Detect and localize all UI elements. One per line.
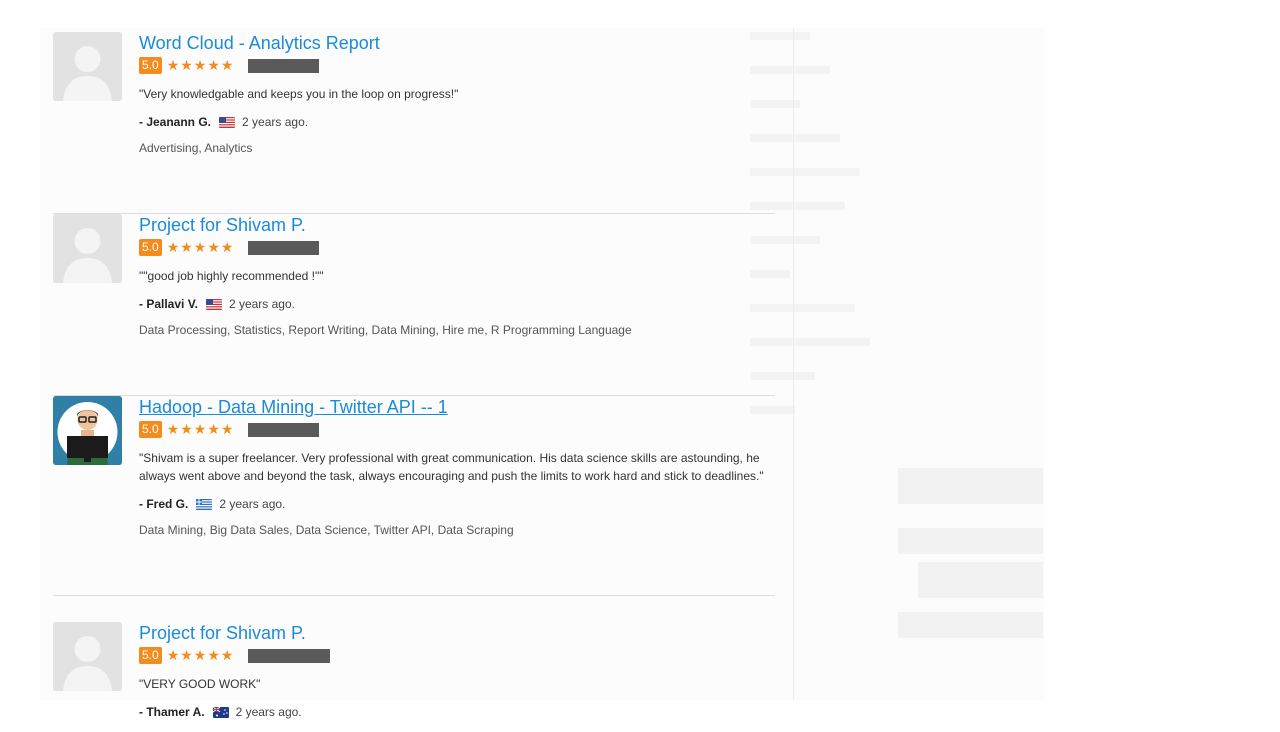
rating-score-badge: 5.0 xyxy=(139,239,162,256)
review-time: 2 years ago. xyxy=(219,497,286,511)
star-rating-icon: ★★★★★ xyxy=(166,647,235,663)
star-rating-icon: ★★★★★ xyxy=(166,421,235,437)
greece-flag-icon xyxy=(196,498,213,510)
reviewer-name: - Fred G. xyxy=(139,497,189,511)
review-tags: Data Processing, Statistics, Report Writ… xyxy=(139,323,632,337)
reviewer-meta: - Jeanann G. 2 years ago. xyxy=(139,115,775,129)
reviewer-name: - Jeanann G. xyxy=(139,115,212,129)
review-list: Word Cloud - Analytics Report 5.0 ★★★★★ … xyxy=(53,32,775,732)
reviewer-meta: - Fred G. 2 years ago. xyxy=(139,497,775,511)
redacted-amount xyxy=(248,240,320,255)
reviewer-meta: - Thamer A. 2 years ago. xyxy=(139,705,775,719)
review-comment: "VERY GOOD WORK" xyxy=(139,677,261,691)
us-flag-icon xyxy=(219,116,236,128)
review-item: Project for Shivam P. 5.0 ★★★★★ ""good j… xyxy=(53,214,775,396)
review-tags: Advertising, Analytics xyxy=(139,141,253,155)
review-time: 2 years ago. xyxy=(235,705,302,719)
cartoon-avatar xyxy=(53,396,122,465)
rating-row: 5.0 ★★★★★ xyxy=(139,647,775,664)
australia-flag-icon xyxy=(212,706,229,718)
rating-score-badge: 5.0 xyxy=(139,421,162,438)
default-avatar xyxy=(53,32,122,101)
review-comment: "Shivam is a super freelancer. Very prof… xyxy=(139,451,764,483)
star-rating-icon: ★★★★★ xyxy=(166,239,235,255)
review-tags: Data Mining, Big Data Sales, Data Scienc… xyxy=(139,523,514,537)
rating-row: 5.0 ★★★★★ xyxy=(139,421,775,438)
review-time: 2 years ago. xyxy=(242,115,309,129)
review-comment: "Very knowledgable and keeps you in the … xyxy=(139,87,459,101)
rating-row: 5.0 ★★★★★ xyxy=(139,239,775,256)
review-project-title[interactable]: Project for Shivam P. xyxy=(139,214,306,236)
redacted-amount xyxy=(248,58,320,73)
star-rating-icon: ★★★★★ xyxy=(166,57,235,73)
review-project-title[interactable]: Word Cloud - Analytics Report xyxy=(139,32,380,54)
rating-score-badge: 5.0 xyxy=(139,647,162,664)
review-item: Hadoop - Data Mining - Twitter API -- 1 … xyxy=(53,396,775,596)
us-flag-icon xyxy=(205,298,222,310)
review-project-title[interactable]: Hadoop - Data Mining - Twitter API -- 1 xyxy=(139,396,448,418)
rating-row: 5.0 ★★★★★ xyxy=(139,57,775,74)
default-avatar xyxy=(53,214,122,283)
default-avatar xyxy=(53,622,122,691)
reviewer-meta: - Pallavi V. 2 years ago. xyxy=(139,297,775,311)
sidebar-divider xyxy=(793,28,794,700)
rating-score-badge: 5.0 xyxy=(139,57,162,74)
reviewer-name: - Thamer A. xyxy=(139,705,205,719)
review-project-title[interactable]: Project for Shivam P. xyxy=(139,622,306,644)
review-item: Project for Shivam P. 5.0 ★★★★★ "VERY GO… xyxy=(53,622,775,732)
redacted-amount xyxy=(248,648,331,663)
reviewer-name: - Pallavi V. xyxy=(139,297,198,311)
review-time: 2 years ago. xyxy=(228,297,295,311)
redacted-amount xyxy=(248,422,320,437)
review-comment: ""good job highly recommended !"" xyxy=(139,269,324,283)
review-item: Word Cloud - Analytics Report 5.0 ★★★★★ … xyxy=(53,32,775,214)
review-separator xyxy=(53,595,775,596)
